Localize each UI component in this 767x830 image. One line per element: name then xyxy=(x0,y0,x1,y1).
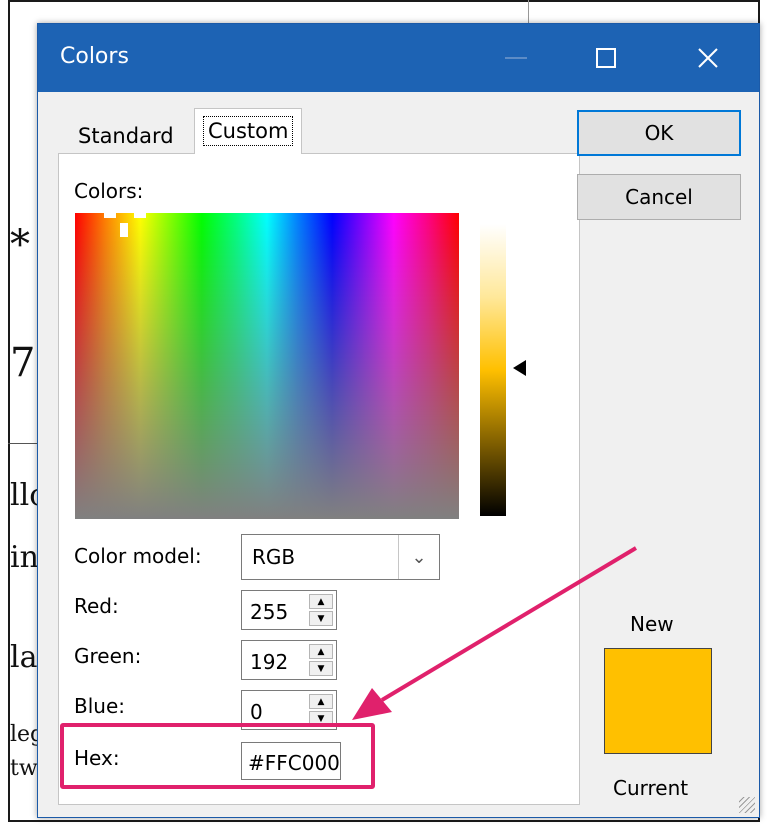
blue-increment-icon[interactable]: ▲ xyxy=(309,694,333,709)
resize-grip[interactable] xyxy=(739,797,755,813)
green-value[interactable]: 192 xyxy=(250,650,288,674)
color-model-value: RGB xyxy=(252,545,296,569)
color-picker-cursor-tick xyxy=(134,213,146,218)
colors-dialog: Colors Standard Custom Colors: Color mod… xyxy=(37,23,760,818)
tab-custom[interactable]: Custom xyxy=(194,108,303,154)
color-preview-swatch xyxy=(604,648,712,754)
color-model-label: Color model: xyxy=(74,544,202,568)
green-label: Green: xyxy=(74,644,142,668)
luminance-slider[interactable] xyxy=(480,224,506,516)
red-increment-icon[interactable]: ▲ xyxy=(309,594,333,609)
maximize-button[interactable] xyxy=(576,24,636,92)
red-decrement-icon[interactable]: ▼ xyxy=(309,611,333,626)
close-button[interactable] xyxy=(678,24,738,92)
blue-label: Blue: xyxy=(74,694,125,718)
color-model-select[interactable]: RGB ⌄ xyxy=(241,534,440,580)
background-text: tw xyxy=(10,756,38,781)
background-text: la xyxy=(10,640,38,675)
colors-label: Colors: xyxy=(74,179,144,203)
ok-button[interactable]: OK xyxy=(577,110,741,156)
color-picker-cursor-tick xyxy=(104,213,116,218)
background-text: in xyxy=(10,540,39,575)
tab-standard[interactable]: Standard xyxy=(70,116,182,156)
background-rule xyxy=(8,443,38,444)
red-stepper[interactable]: 255 ▲ ▼ xyxy=(241,590,337,630)
title-bar[interactable]: Colors xyxy=(38,24,759,92)
maximize-icon xyxy=(596,48,616,68)
red-value[interactable]: 255 xyxy=(250,600,288,624)
chevron-down-icon[interactable]: ⌄ xyxy=(398,535,439,579)
color-spectrum[interactable] xyxy=(75,213,459,519)
green-decrement-icon[interactable]: ▼ xyxy=(309,661,333,676)
tab-custom-label: Custom xyxy=(203,116,294,146)
color-picker-cursor[interactable] xyxy=(120,223,128,237)
minimize-button[interactable] xyxy=(486,24,546,92)
luminance-slider-handle[interactable] xyxy=(513,360,526,376)
background-text: * xyxy=(10,222,30,268)
green-stepper[interactable]: 192 ▲ ▼ xyxy=(241,640,337,680)
hex-highlight-annotation xyxy=(60,723,375,789)
blue-value[interactable]: 0 xyxy=(250,700,263,724)
red-label: Red: xyxy=(74,594,119,618)
current-color-label: Current xyxy=(613,776,689,800)
new-color-label: New xyxy=(630,612,674,636)
dialog-title: Colors xyxy=(60,44,129,69)
green-increment-icon[interactable]: ▲ xyxy=(309,644,333,659)
cancel-button[interactable]: Cancel xyxy=(577,174,741,220)
close-icon xyxy=(698,48,718,68)
minimize-icon xyxy=(505,57,527,59)
background-text: 7 xyxy=(10,340,36,386)
